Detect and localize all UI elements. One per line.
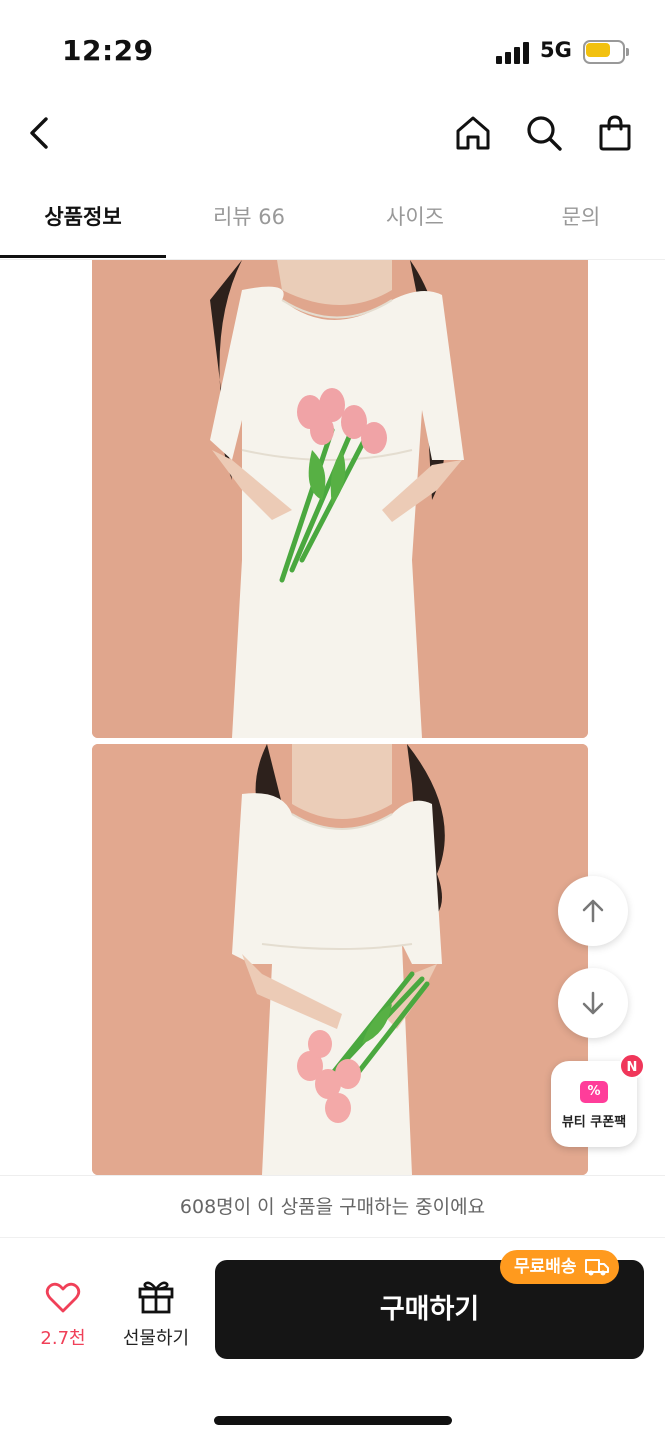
scroll-down-button[interactable] xyxy=(558,968,628,1038)
shopping-bag-icon xyxy=(599,115,631,151)
product-image xyxy=(92,260,588,738)
gift-icon xyxy=(138,1281,174,1314)
tab-reviews[interactable]: 리뷰 66 xyxy=(166,186,332,258)
free-shipping-label: 무료배송 xyxy=(514,1257,577,1277)
product-tabs: 상품정보 리뷰 66 사이즈 문의 xyxy=(0,186,665,260)
like-button[interactable]: 2.7천 xyxy=(30,1282,96,1350)
gift-button[interactable]: 선물하기 xyxy=(114,1278,198,1350)
beauty-coupon-pack-button[interactable]: % 뷰티 쿠폰팩 N xyxy=(551,1053,645,1147)
signal-icon xyxy=(496,42,532,64)
home-button[interactable] xyxy=(448,108,498,158)
tab-inquiry[interactable]: 문의 xyxy=(498,186,664,258)
chevron-left-icon xyxy=(30,117,48,149)
new-badge: N xyxy=(619,1053,645,1079)
search-button[interactable] xyxy=(519,108,569,158)
bottom-action-bar: 2.7천 선물하기 구매하기 무료배송 xyxy=(0,1237,665,1440)
back-button[interactable] xyxy=(16,108,66,158)
status-bar: 12:29 5G xyxy=(0,0,665,100)
truck-icon xyxy=(584,1259,609,1276)
network-type: 5G xyxy=(540,38,572,62)
arrow-up-icon xyxy=(582,899,604,923)
status-time: 12:29 xyxy=(62,34,154,67)
product-image xyxy=(92,744,588,1175)
arrow-down-icon xyxy=(582,991,604,1015)
battery-icon xyxy=(583,40,629,64)
home-icon xyxy=(456,116,490,150)
coupon-label: 뷰티 쿠폰팩 xyxy=(561,1115,627,1130)
purchase-activity-notice: 608명이 이 상품을 구매하는 중이에요 xyxy=(0,1175,665,1237)
home-indicator xyxy=(214,1416,452,1425)
top-navigation xyxy=(0,100,665,166)
heart-icon xyxy=(45,1282,81,1313)
free-shipping-badge: 무료배송 xyxy=(500,1250,619,1284)
search-icon xyxy=(527,116,562,151)
tab-size[interactable]: 사이즈 xyxy=(332,186,498,258)
gift-label: 선물하기 xyxy=(122,1328,190,1349)
coupon-icon: % xyxy=(580,1081,608,1103)
tab-product-info[interactable]: 상품정보 xyxy=(0,186,166,258)
scroll-up-button[interactable] xyxy=(558,876,628,946)
like-count: 2.7천 xyxy=(40,1328,86,1349)
cart-button[interactable] xyxy=(590,108,640,158)
